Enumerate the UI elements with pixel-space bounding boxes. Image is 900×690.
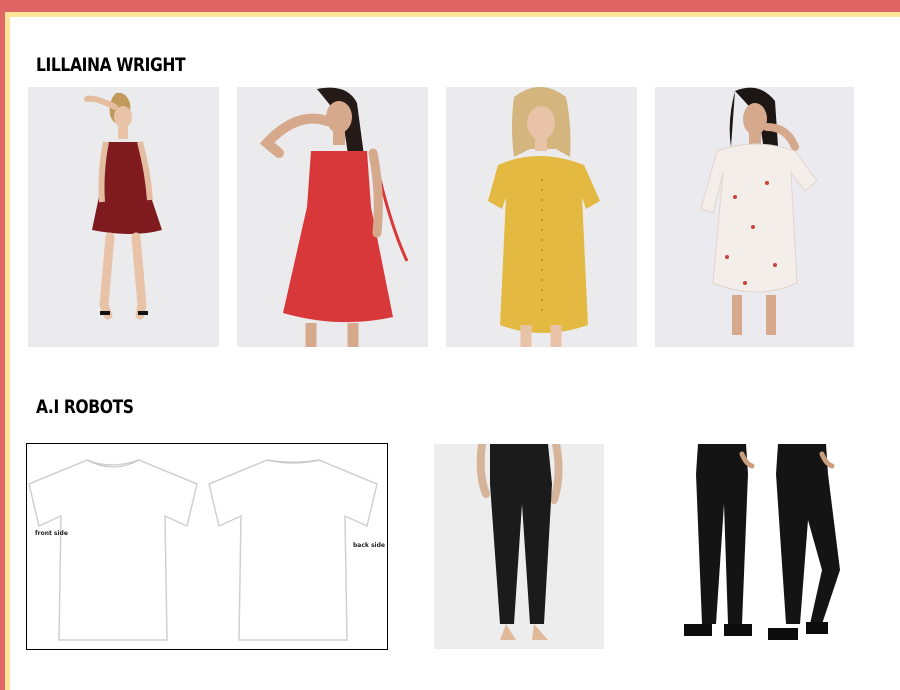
left-border-yellow [5, 17, 10, 690]
top-border-yellow [0, 12, 900, 17]
front-side-label: front side [35, 530, 68, 537]
product-image-yellow-floral-dress[interactable] [446, 87, 637, 347]
product-image-white-tshirt[interactable]: front side back side [26, 443, 388, 650]
section-heading-ai-robots: A.I ROBOTS [36, 396, 134, 418]
product-image-white-floral-dress[interactable] [655, 87, 854, 347]
product-image-red-floral-dress[interactable] [237, 87, 428, 347]
product-image-red-polka-dress[interactable] [28, 87, 219, 347]
product-image-black-leggings[interactable] [434, 444, 604, 649]
product-image-black-jeans[interactable] [672, 444, 852, 644]
back-side-label: back side [353, 542, 385, 549]
section-heading-lillaina-wright: LILLAINA WRIGHT [36, 54, 186, 76]
top-border-red [0, 0, 900, 12]
